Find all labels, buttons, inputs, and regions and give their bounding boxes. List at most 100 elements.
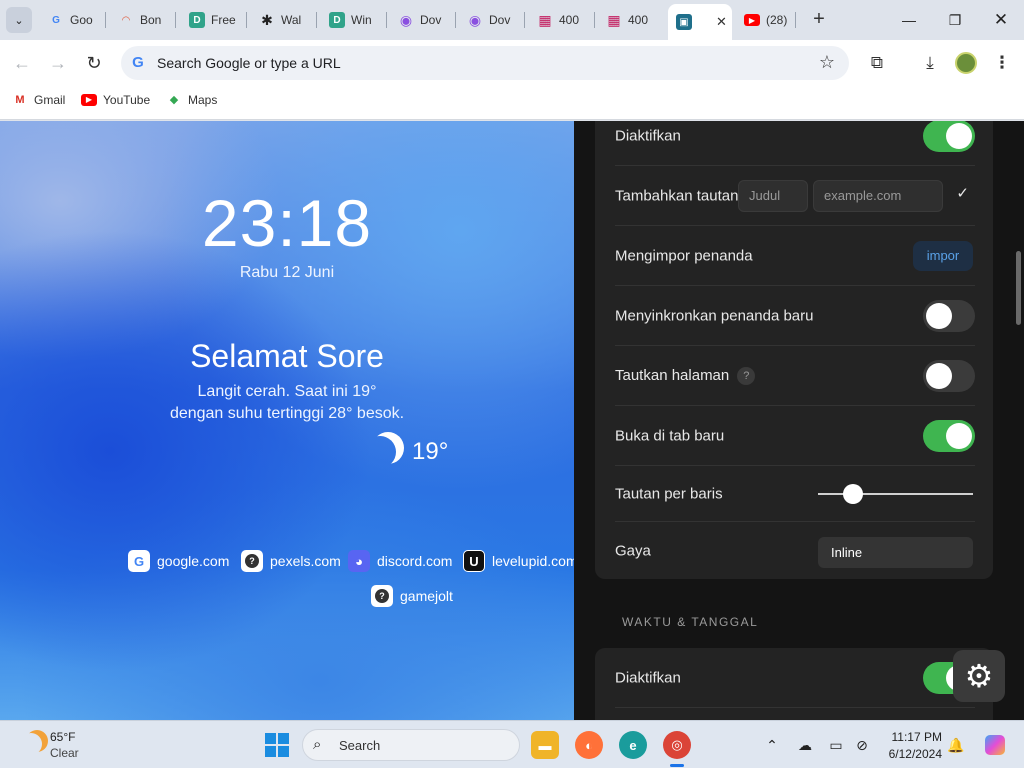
download-icon[interactable]: ⤓	[918, 51, 942, 75]
maps-icon: ◆	[169, 94, 179, 106]
tab-4[interactable]: ✱ Wal	[259, 6, 317, 34]
bookmark-youtube[interactable]: ▶ YouTube	[81, 93, 150, 107]
network-icon[interactable]: ⊘	[852, 735, 872, 755]
weather-forecast: dengan suhu tertinggi 28° besok.	[169, 405, 405, 422]
taskbar-time[interactable]: 11:17 PM	[880, 730, 942, 744]
clock: 23:18	[201, 186, 373, 260]
new-tab-button[interactable]: +	[808, 9, 830, 31]
youtube-favicon-icon: ▶	[744, 14, 760, 26]
section-title-time: WAKTU & TANGGAL	[622, 615, 759, 629]
display-icon[interactable]: ▭	[826, 735, 846, 755]
chrome-icon[interactable]: ◎	[663, 731, 691, 759]
tab-title: Bon	[140, 13, 162, 27]
address-placeholder: Search Google or type a URL	[157, 55, 341, 71]
slider-handle[interactable]	[843, 484, 863, 504]
bookmark-star-icon[interactable]: ☆	[819, 52, 835, 73]
tab-active[interactable]: ▣ ✕	[668, 4, 732, 40]
taskbar-temp[interactable]: 65°F	[50, 730, 75, 744]
tab-title: 400	[628, 13, 649, 27]
row-add-link: Tambahkan tautan Judul example.com ✓	[615, 166, 975, 226]
file-explorer-icon[interactable]: ▬	[531, 731, 559, 759]
tab-8[interactable]: ▦ 400	[537, 6, 595, 34]
taskbar-date[interactable]: 6/12/2024	[870, 747, 942, 761]
tab-7[interactable]: ◉ Dov	[467, 6, 525, 34]
notification-bell-icon[interactable]: 🔔	[946, 735, 966, 755]
reload-button[interactable]: ↻	[82, 51, 106, 75]
weather-temp: 19°	[412, 438, 449, 465]
row-links-per-row: Tautan per baris	[615, 466, 975, 522]
taskbar: 65°F Clear ⌕ Search ▬ ◐ e ◎ ⌃ ☁ ▭ ⊘ 11:1…	[0, 720, 1024, 768]
bookmark-label: Maps	[188, 93, 218, 107]
back-button[interactable]: ←	[10, 51, 34, 75]
close-tab-icon[interactable]: ✕	[716, 14, 727, 30]
google-icon: G	[132, 54, 144, 71]
close-window-button[interactable]: ✕	[987, 6, 1015, 34]
firefox-icon[interactable]: ◐	[575, 731, 603, 759]
scrollbar-thumb[interactable]	[1016, 251, 1021, 325]
row-label: Tautkan halaman?	[615, 366, 756, 385]
date-label: Rabu 12 Juni	[239, 264, 335, 281]
tab-2[interactable]: ◠ Bon	[118, 6, 176, 34]
rainbow-favicon-icon: ◠	[122, 14, 130, 26]
levelup-icon: U	[463, 550, 485, 572]
moon-weather-icon[interactable]	[20, 733, 42, 755]
quicklink-pexels[interactable]: ? pexels.com	[241, 550, 341, 572]
link-page-toggle[interactable]	[923, 359, 975, 392]
cloud-offline-icon[interactable]: ☁	[795, 735, 815, 755]
search-icon: ⌕	[313, 736, 322, 753]
links-per-row-slider[interactable]	[818, 493, 973, 495]
row-new-tab: Buka di tab baru	[615, 406, 975, 466]
menu-kebab-icon[interactable]: ⋮	[990, 51, 1014, 75]
chevron-down-icon: ⌄	[14, 14, 24, 27]
copilot-icon[interactable]	[982, 735, 1008, 755]
sync-toggle[interactable]	[923, 299, 975, 332]
profile-avatar[interactable]	[955, 52, 977, 74]
address-bar[interactable]: G Search Google or type a URL ☆	[121, 46, 849, 80]
tab-search-button[interactable]: ⌄	[6, 7, 32, 33]
style-select[interactable]: Inline	[818, 537, 973, 568]
tab-3[interactable]: D Free	[189, 6, 247, 34]
bookmark-maps[interactable]: ◆ Maps	[166, 93, 218, 107]
edge-icon[interactable]: e	[619, 731, 647, 759]
weather-current: 19°	[370, 436, 448, 468]
page-content: 23:18 Rabu 12 Juni Selamat Sore Langit c…	[0, 121, 1024, 720]
quicklink-discord[interactable]: ◕ discord.com	[348, 550, 452, 572]
restore-button[interactable]: ❐	[941, 6, 969, 34]
quicklink-gamejolt[interactable]: ? gamejolt	[371, 585, 453, 607]
enabled-toggle[interactable]	[923, 121, 975, 152]
d-favicon-icon: D	[189, 12, 205, 28]
tab-9[interactable]: ▦ 400	[606, 6, 664, 34]
import-button[interactable]: impor	[913, 241, 973, 271]
tab-6[interactable]: ◉ Dov	[398, 6, 456, 34]
moon-icon	[364, 436, 396, 468]
unknown-site-icon: ?	[371, 585, 393, 607]
check-icon[interactable]: ✓	[956, 184, 969, 202]
minimize-button[interactable]: —	[895, 6, 923, 34]
link-title-input[interactable]: Judul	[738, 180, 808, 212]
tab-5[interactable]: D Win	[329, 6, 387, 34]
asterisk-favicon-icon: ✱	[261, 11, 273, 28]
quicklink-levelupid[interactable]: U levelupid.com	[463, 550, 578, 572]
unknown-site-icon: ?	[241, 550, 263, 572]
settings-gear-icon[interactable]: ⚙	[953, 650, 1005, 702]
tab-title: Wal	[281, 13, 302, 27]
forward-button[interactable]: →	[46, 51, 70, 75]
quicklink-google[interactable]: G google.com	[128, 550, 229, 572]
link-url-input[interactable]: example.com	[813, 180, 943, 212]
row-sync: Menyinkronkan penanda baru	[615, 286, 975, 346]
chevron-up-icon[interactable]: ⌃	[762, 735, 782, 755]
row-enabled: Diaktifkan	[615, 121, 975, 166]
tab-11[interactable]: ▶ (28)	[744, 6, 796, 34]
help-icon[interactable]: ?	[737, 366, 756, 385]
windows-start-icon[interactable]	[265, 733, 289, 757]
taskbar-condition[interactable]: Clear	[50, 746, 79, 760]
row-style: Gaya Inline	[615, 522, 975, 580]
new-tab-toggle[interactable]	[923, 419, 975, 452]
bookmark-gmail[interactable]: M Gmail	[12, 93, 65, 107]
app-favicon-icon: ▣	[676, 14, 692, 30]
extensions-icon[interactable]: ⧉	[865, 51, 889, 75]
taskbar-search[interactable]: ⌕ Search	[302, 729, 520, 761]
quicklink-label: google.com	[157, 553, 230, 569]
tab-title: 400	[559, 13, 580, 27]
tab-1[interactable]: G Goo	[48, 6, 106, 34]
